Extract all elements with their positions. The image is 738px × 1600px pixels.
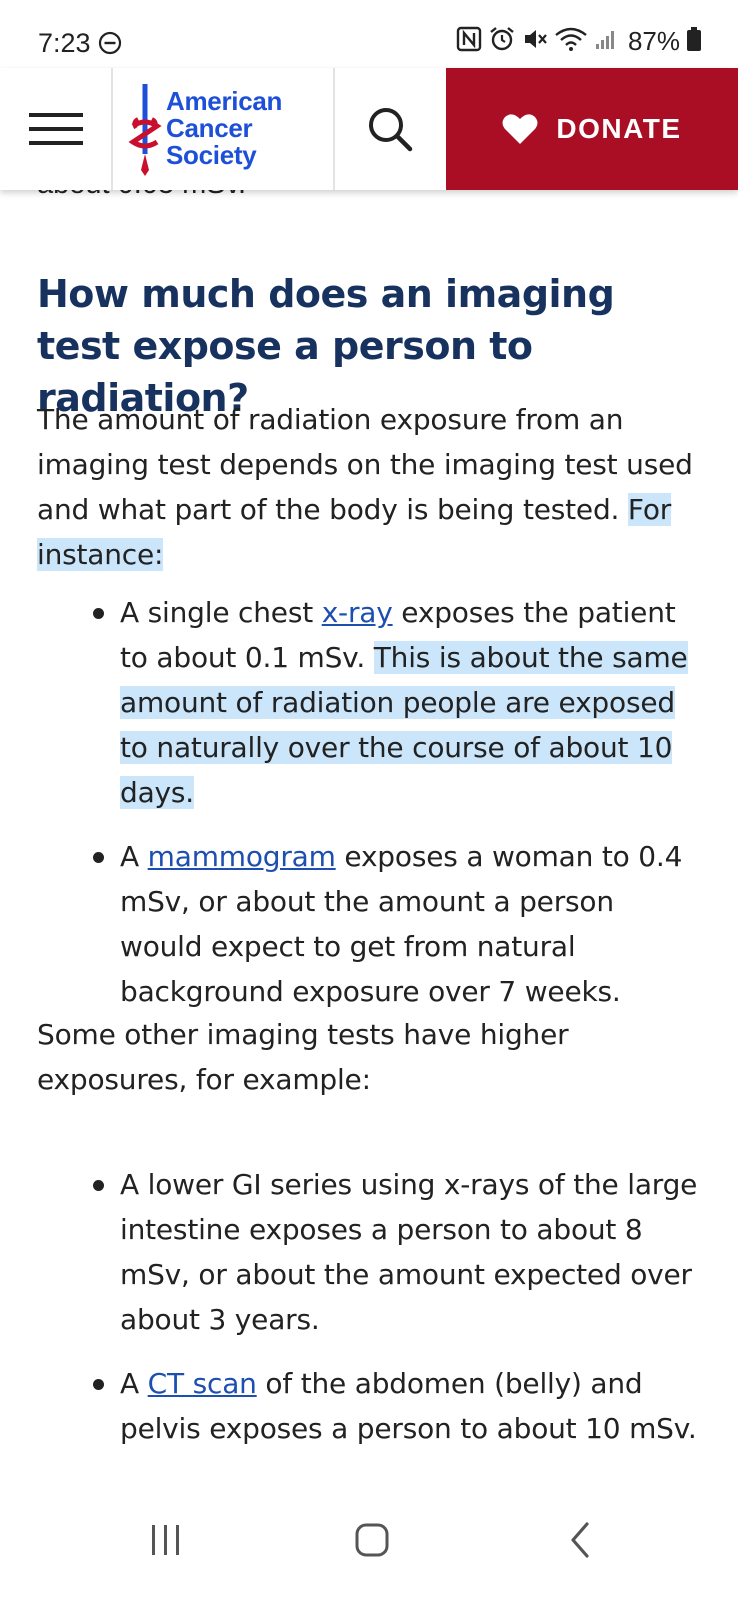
- heart-icon: [502, 114, 538, 144]
- alarm-icon: [488, 26, 516, 57]
- mute-icon: [522, 26, 548, 57]
- list-item: A single chest x-ray exposes the patient…: [0, 590, 738, 815]
- home-button[interactable]: [342, 1510, 402, 1570]
- battery-icon: [686, 26, 702, 57]
- ct-scan-link[interactable]: CT scan: [148, 1367, 257, 1400]
- menu-button[interactable]: [0, 68, 111, 190]
- donate-label: DONATE: [556, 113, 682, 144]
- logo-text: American Cancer Society: [166, 86, 283, 170]
- signal-icon: [594, 27, 618, 56]
- nfc-icon: [456, 26, 482, 57]
- system-nav-bar: [0, 1480, 738, 1600]
- recent-apps-button[interactable]: [136, 1510, 196, 1570]
- mammogram-link[interactable]: mammogram: [148, 840, 336, 873]
- header-divider: [111, 68, 113, 190]
- site-header: American Cancer Society DONATE: [0, 68, 738, 190]
- intro-paragraph: The amount of radiation exposure from an…: [37, 397, 707, 577]
- search-button[interactable]: [335, 68, 445, 190]
- home-icon: [355, 1523, 389, 1557]
- battery-percent: 87%: [627, 26, 680, 56]
- exposure-list-1: A single chest x-ray exposes the patient…: [0, 590, 738, 1014]
- status-bar: 7:23 87%: [0, 0, 738, 68]
- donate-button[interactable]: DONATE: [446, 68, 738, 190]
- wifi-icon: [554, 26, 588, 57]
- do-not-disturb-icon: [98, 31, 122, 60]
- exposure-list-2: A lower GI series using x-rays of the la…: [0, 1162, 738, 1451]
- search-icon: [369, 108, 413, 152]
- status-time: 7:23: [38, 28, 91, 58]
- acs-logo[interactable]: American Cancer Society: [128, 82, 328, 178]
- recent-apps-icon: [152, 1525, 179, 1555]
- sword-logo-icon: [128, 84, 162, 176]
- back-icon: [571, 1522, 589, 1558]
- back-button[interactable]: [550, 1510, 610, 1570]
- list-item: A mammogram exposes a woman to 0.4 mSv, …: [0, 834, 738, 1014]
- paragraph-other-tests: Some other imaging tests have higher exp…: [37, 1018, 569, 1096]
- hamburger-icon: [28, 113, 83, 145]
- list-item: A lower GI series using x-rays of the la…: [0, 1162, 738, 1342]
- list-item: A CT scan of the abdomen (belly) and pel…: [0, 1361, 738, 1451]
- intro-text: The amount of radiation exposure from an…: [37, 403, 693, 526]
- x-ray-link[interactable]: x-ray: [322, 596, 393, 629]
